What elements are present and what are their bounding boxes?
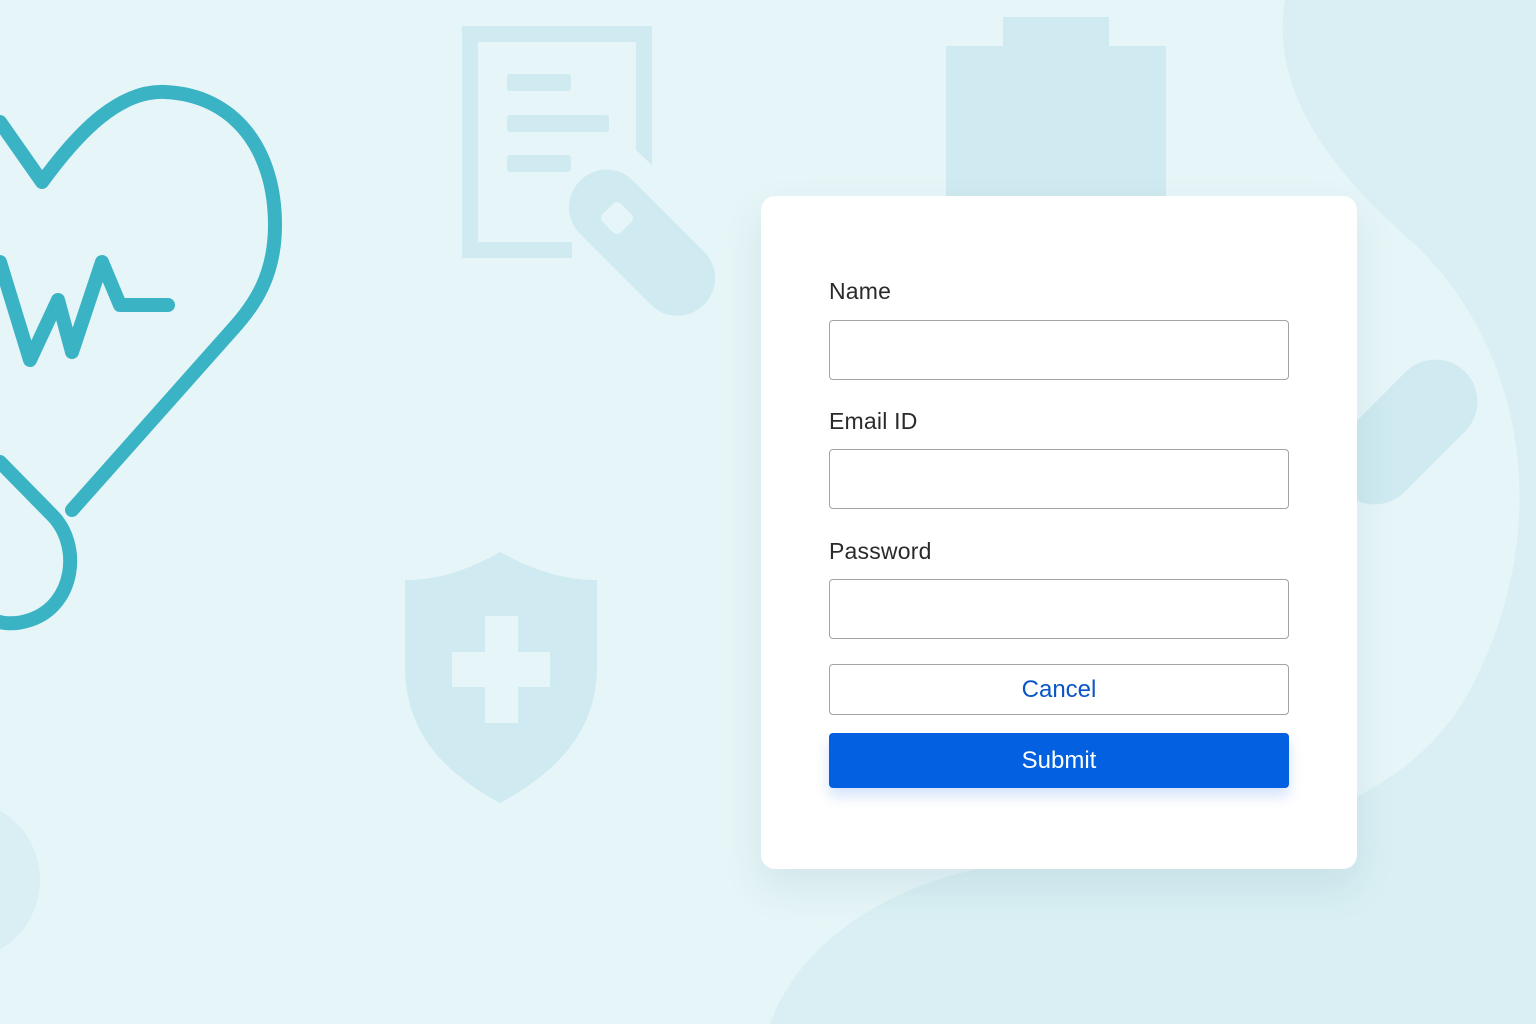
medicine-bottle-icon: [946, 17, 1166, 196]
name-label: Name: [829, 278, 892, 304]
clipboard-pill-icon: [462, 26, 716, 316]
background-circle: [0, 810, 40, 950]
submit-button[interactable]: Submit: [829, 733, 1289, 788]
email-label: Email ID: [829, 408, 918, 434]
heart-pulse-icon: [0, 84, 282, 631]
signup-form-card: Name Email ID Password Cancel Submit: [761, 196, 1357, 869]
cancel-button[interactable]: Cancel: [829, 664, 1289, 715]
password-input[interactable]: [829, 579, 1289, 639]
name-input[interactable]: [829, 320, 1289, 380]
shield-cross-icon: [405, 552, 597, 803]
email-input[interactable]: [829, 449, 1289, 509]
password-label: Password: [829, 538, 932, 564]
